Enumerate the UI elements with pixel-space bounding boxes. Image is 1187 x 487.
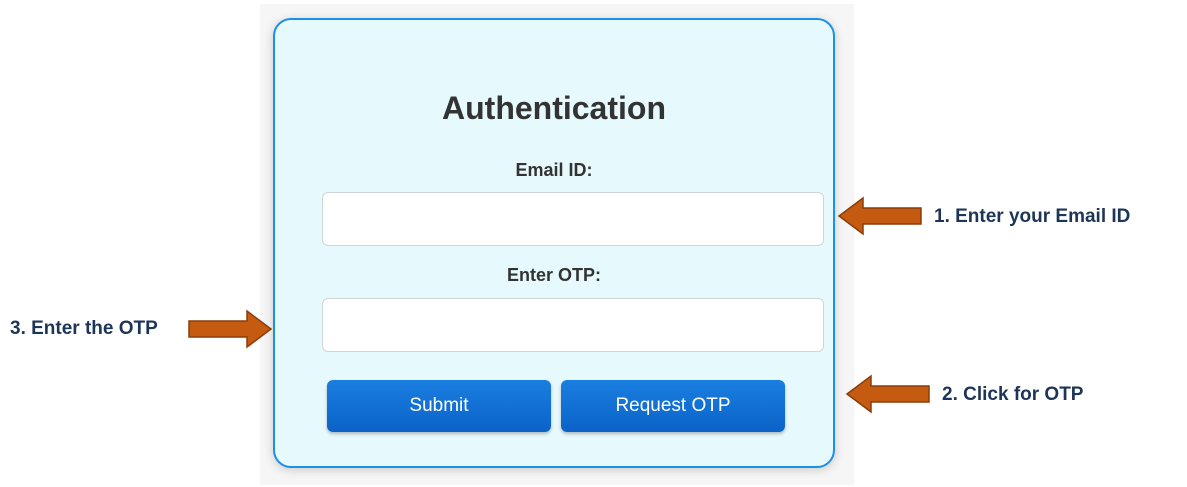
authentication-card: Authentication Email ID: Enter OTP: Subm… (273, 18, 835, 468)
arrow-right-icon (188, 309, 273, 349)
otp-input[interactable] (322, 298, 824, 352)
submit-button[interactable]: Submit (327, 380, 551, 432)
form-title: Authentication (442, 90, 666, 126)
step3-annotation: 3. Enter the OTP (10, 318, 158, 339)
email-input[interactable] (322, 192, 824, 246)
arrow-left-icon (845, 374, 930, 414)
step1-annotation: 1. Enter your Email ID (934, 206, 1131, 227)
request-otp-button[interactable]: Request OTP (561, 380, 785, 432)
step2-annotation: 2. Click for OTP (942, 384, 1084, 405)
otp-label: Enter OTP: (506, 265, 601, 285)
arrow-left-icon (837, 196, 922, 236)
email-label: Email ID: (515, 160, 593, 180)
